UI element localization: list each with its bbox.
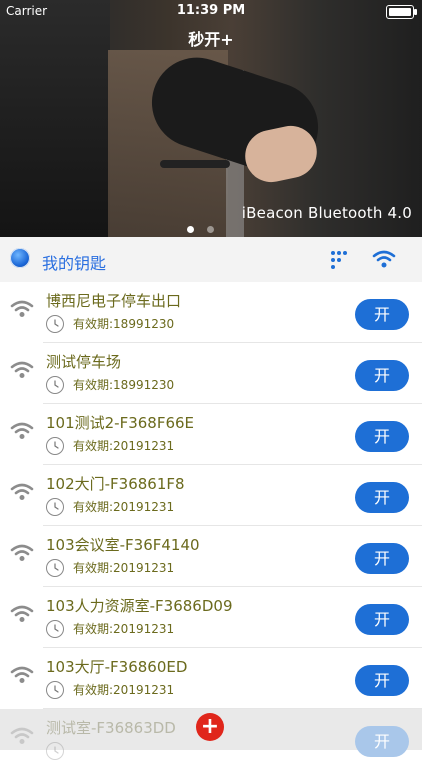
clock-icon (46, 376, 64, 394)
key-name: 103会议室-F36F4140 (46, 536, 200, 554)
wifi-icon (10, 300, 34, 317)
key-name: 测试室-F36863DD (46, 719, 176, 737)
my-keys-bar: 我的钥匙 (0, 237, 422, 283)
wifi-icon (10, 483, 34, 500)
navigation-bar: 秒开+ (0, 22, 422, 50)
grid-dots-icon[interactable] (330, 250, 352, 270)
banner-caption: iBeacon Bluetooth 4.0 (241, 204, 412, 222)
my-keys-label: 我的钥匙 (42, 254, 107, 273)
clock-icon (46, 620, 64, 638)
page-dot-1[interactable] (187, 226, 194, 233)
key-name: 博西尼电子停车出口 (46, 292, 182, 310)
clock-icon (46, 559, 64, 577)
clock-icon (46, 315, 64, 333)
wifi-icon (10, 605, 34, 622)
clock-icon (46, 742, 64, 760)
wifi-icon (10, 422, 34, 439)
clock-icon (46, 437, 64, 455)
status-bar: Carrier 11:39 PM (0, 0, 422, 22)
validity-text: 有效期:20191231 (73, 500, 175, 514)
list-item: 博西尼电子停车出口 有效期:18991230 开 (0, 282, 422, 343)
list-item: 101测试2-F368F66E 有效期:20191231 开 (0, 404, 422, 465)
open-button[interactable]: 开 (355, 604, 409, 635)
wifi-icon (10, 361, 34, 378)
list-item: 102大门-F36861F8 有效期:20191231 开 (0, 465, 422, 526)
key-name: 101测试2-F368F66E (46, 414, 195, 432)
key-name: 102大门-F36861F8 (46, 475, 185, 493)
banner-page-indicator[interactable] (187, 218, 235, 233)
open-button[interactable]: 开 (355, 299, 409, 330)
key-list: 博西尼电子停车出口 有效期:18991230 开 测试停车场 有效期:18991… (0, 282, 422, 760)
banner-handle (160, 160, 230, 168)
validity-text: 有效期:20191231 (73, 439, 175, 453)
validity-text: 有效期:18991230 (73, 317, 175, 331)
key-name: 测试停车场 (46, 353, 122, 371)
page-title: 秒开+ (188, 30, 234, 49)
wifi-icon (10, 544, 34, 561)
wifi-icon[interactable] (372, 249, 396, 269)
blue-ball-icon (10, 248, 30, 268)
open-button[interactable]: 开 (355, 726, 409, 757)
clock-icon (46, 498, 64, 516)
validity-text: 有效期:18991230 (73, 378, 175, 392)
open-button[interactable]: 开 (355, 543, 409, 574)
validity-text: 有效期:20191231 (73, 622, 175, 636)
wifi-icon (10, 727, 34, 744)
open-button[interactable]: 开 (355, 360, 409, 391)
list-item: 103会议室-F36F4140 有效期:20191231 开 (0, 526, 422, 587)
key-name: 103大厅-F36860ED (46, 658, 188, 676)
list-item: 103人力资源室-F3686D09 有效期:20191231 开 (0, 587, 422, 648)
status-time: 11:39 PM (176, 3, 246, 18)
open-button[interactable]: 开 (355, 421, 409, 452)
battery-icon (386, 5, 417, 19)
open-button[interactable]: 开 (355, 482, 409, 513)
validity-text: 有效期:20191231 (73, 683, 175, 697)
list-item: 测试停车场 有效期:18991230 开 (0, 343, 422, 404)
list-item: 103大厅-F36860ED 有效期:20191231 开 (0, 648, 422, 709)
open-button[interactable]: 开 (355, 665, 409, 696)
validity-text: 有效期:20191231 (73, 561, 175, 575)
wifi-icon (10, 666, 34, 683)
add-icon[interactable]: + (196, 713, 224, 741)
key-name: 103人力资源室-F3686D09 (46, 597, 233, 615)
clock-icon (46, 681, 64, 699)
